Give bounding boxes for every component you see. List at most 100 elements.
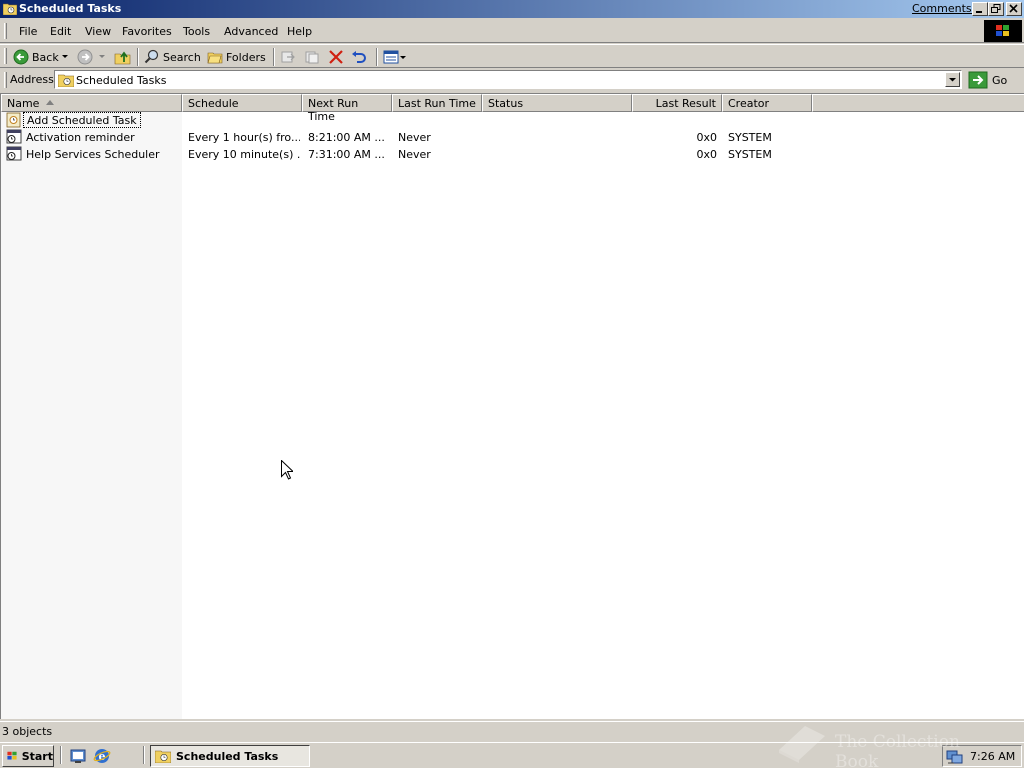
cell-schedule: Every 10 minute(s) ...	[188, 148, 300, 161]
windows-flag-icon	[7, 751, 17, 760]
menu-file[interactable]: File	[19, 25, 37, 38]
chevron-down-icon	[949, 78, 956, 82]
start-label: Start	[21, 749, 53, 763]
taskbar-separator	[60, 746, 62, 764]
menu-help[interactable]: Help	[287, 25, 312, 38]
column-header-creator[interactable]: Creator	[722, 94, 812, 112]
taskbar-separator	[143, 746, 145, 764]
toolbar-separator	[376, 48, 378, 66]
minimize-button[interactable]	[972, 2, 988, 16]
watermark-text: The Collection Book	[835, 732, 960, 768]
copy-to-button[interactable]	[304, 48, 320, 66]
search-label: Search	[163, 50, 201, 64]
column-header-last-result[interactable]: Last Result	[632, 94, 722, 112]
move-to-icon	[281, 51, 295, 63]
go-label: Go	[992, 73, 1008, 87]
undo-button[interactable]	[351, 48, 367, 66]
mouse-pointer-icon	[281, 459, 295, 483]
list-item-add-scheduled-task[interactable]: Add Scheduled Task	[1, 112, 821, 129]
menu-favorites[interactable]: Favorites	[122, 25, 172, 38]
cell-creator: SYSTEM	[728, 131, 772, 144]
move-to-button[interactable]	[280, 48, 296, 66]
column-header-status[interactable]: Status	[482, 94, 632, 112]
menu-grip[interactable]	[4, 23, 7, 39]
windows-logo-icon	[984, 20, 1022, 42]
menu-advanced[interactable]: Advanced	[224, 25, 278, 38]
back-label: Back	[32, 50, 59, 64]
up-folder-icon	[114, 51, 131, 65]
address-input[interactable]: Scheduled Tasks	[54, 70, 962, 89]
folders-button[interactable]: Folders	[207, 48, 266, 66]
folder-clock-icon	[2, 2, 18, 16]
delete-x-icon	[329, 50, 343, 64]
views-button[interactable]	[383, 48, 407, 66]
quicklaunch-internet-explorer[interactable]: e	[93, 747, 111, 768]
table-row[interactable]: Help Services Scheduler Every 10 minute(…	[1, 146, 821, 163]
toolbar-separator	[137, 48, 139, 66]
toolbar-grip[interactable]	[4, 48, 7, 64]
address-dropdown-button[interactable]	[945, 72, 960, 87]
status-object-count: 3 objects	[2, 725, 53, 738]
forward-arrow-icon	[77, 49, 93, 65]
menu-bar: File Edit View Favorites Tools Advanced …	[0, 19, 1024, 43]
search-button[interactable]: Search	[144, 48, 201, 66]
views-icon	[383, 50, 406, 64]
restore-button[interactable]	[988, 2, 1004, 16]
table-row[interactable]: Activation reminder Every 1 hour(s) fro.…	[1, 129, 821, 146]
internet-explorer-icon: e	[93, 749, 111, 763]
column-headers: Name Schedule Next Run Time Last Run Tim…	[1, 94, 1024, 123]
minimize-icon	[976, 11, 982, 13]
column-header-filler	[812, 94, 1024, 112]
forward-dropdown[interactable]	[99, 48, 106, 66]
address-grip[interactable]	[4, 72, 7, 88]
start-button[interactable]: Start	[2, 745, 54, 767]
cell-last-run-time: Never	[398, 131, 431, 144]
back-arrow-icon	[13, 49, 29, 65]
go-arrow-icon	[968, 71, 988, 89]
title-bar[interactable]: Scheduled Tasks Comments?	[0, 0, 1024, 18]
delete-button[interactable]	[328, 48, 344, 66]
taskbar-button-label: Scheduled Tasks	[176, 749, 279, 763]
close-button[interactable]	[1006, 2, 1022, 16]
folders-icon	[207, 52, 223, 64]
task-list-view[interactable]: Name Schedule Next Run Time Last Run Tim…	[0, 93, 1024, 719]
search-icon	[144, 49, 159, 64]
quicklaunch-desktop[interactable]	[69, 747, 87, 768]
scheduled-tasks-folder-icon	[57, 73, 75, 90]
column-header-name[interactable]: Name	[1, 94, 182, 112]
sort-ascending-icon	[46, 100, 54, 105]
watermark: The Collection Book	[775, 720, 1005, 768]
comments-link[interactable]: Comments?	[912, 2, 977, 15]
forward-button[interactable]	[77, 48, 93, 66]
back-button[interactable]: Back	[13, 48, 59, 66]
toolbar-separator	[273, 48, 275, 66]
back-dropdown[interactable]	[62, 48, 69, 66]
cell-name: Activation reminder	[26, 131, 135, 144]
menu-tools[interactable]: Tools	[183, 25, 210, 38]
up-folder-button[interactable]	[114, 48, 132, 66]
menu-edit[interactable]: Edit	[50, 25, 71, 38]
address-bar: Address Scheduled Tasks Go	[0, 69, 1024, 91]
taskbar-button-scheduled-tasks[interactable]: Scheduled Tasks	[150, 745, 310, 767]
copy-to-icon	[305, 51, 319, 64]
book-logo-icon	[779, 726, 825, 763]
chevron-down-icon	[99, 55, 105, 58]
go-button[interactable]: Go	[968, 70, 1007, 90]
cell-last-result: 0x0	[696, 148, 717, 161]
window-title: Scheduled Tasks	[19, 2, 122, 15]
cell-next-run-time: 7:31:00 AM ...	[308, 148, 385, 161]
column-header-schedule[interactable]: Schedule	[182, 94, 302, 112]
address-label: Address	[10, 73, 54, 86]
cell-creator: SYSTEM	[728, 148, 772, 161]
folders-label: Folders	[226, 50, 266, 64]
undo-icon	[352, 51, 366, 63]
standard-toolbar: Back Search Folders	[0, 44, 1024, 68]
column-header-next-run-time[interactable]: Next Run Time	[302, 94, 392, 123]
chevron-down-icon	[62, 55, 68, 58]
name-column-highlight	[1, 112, 182, 719]
cell-next-run-time: 8:21:00 AM ...	[308, 131, 385, 144]
scheduled-task-icon	[6, 146, 22, 165]
restore-icon	[991, 4, 1001, 13]
menu-view[interactable]: View	[85, 25, 111, 38]
column-header-last-run-time[interactable]: Last Run Time	[392, 94, 482, 112]
